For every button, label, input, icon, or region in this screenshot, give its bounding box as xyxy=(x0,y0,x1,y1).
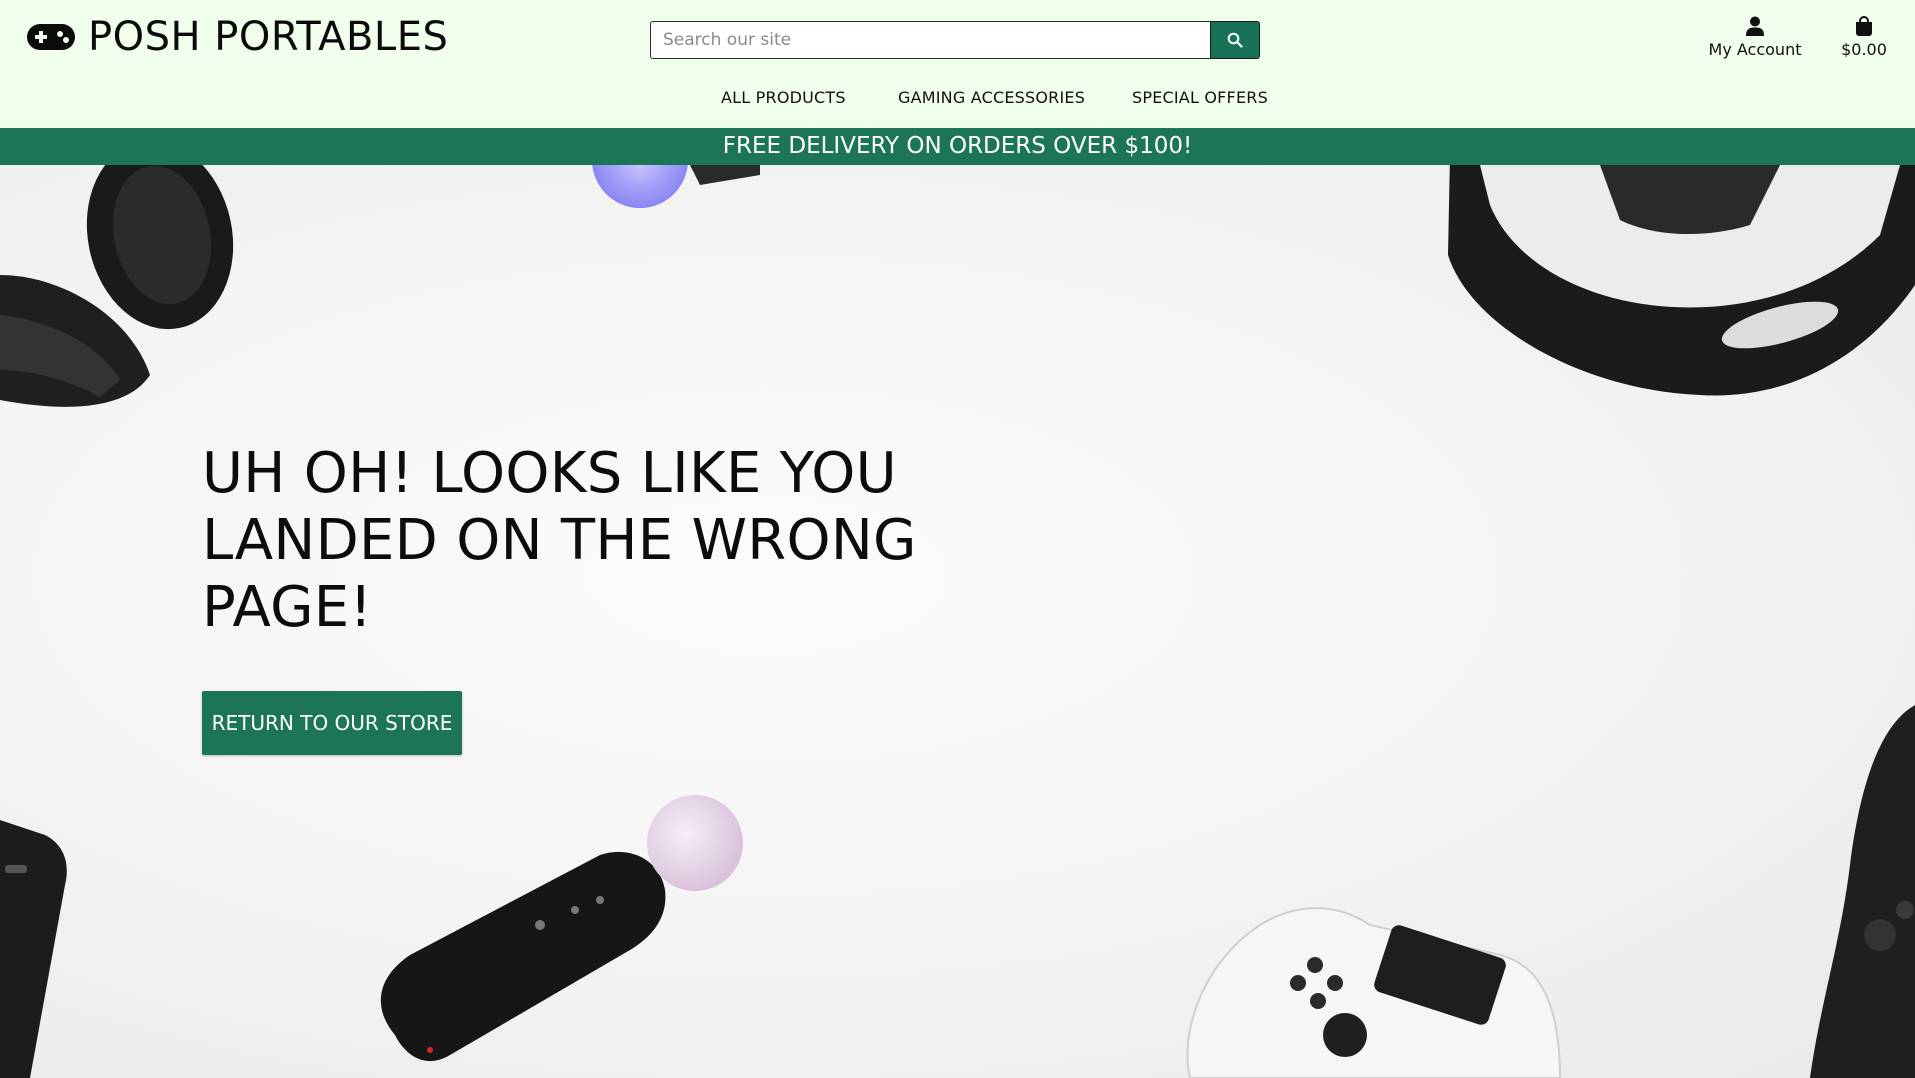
page-title: UH OH! LOOKS LIKE YOU LANDED ON THE WRON… xyxy=(202,441,917,640)
site-header: POSH PORTABLES My Account $0.00 ALL PROD… xyxy=(0,0,1915,128)
nav-gaming-accessories[interactable]: GAMING ACCESSORIES xyxy=(898,88,1085,107)
nav-special-offers[interactable]: SPECIAL OFFERS xyxy=(1132,88,1268,107)
nav-all-products[interactable]: ALL PRODUCTS xyxy=(721,88,846,107)
vr-headset-image xyxy=(1448,165,1915,396)
search-input[interactable] xyxy=(650,21,1210,59)
brand-name: POSH PORTABLES xyxy=(88,14,449,60)
return-to-store-button[interactable]: RETURN TO OUR STORE xyxy=(202,691,462,755)
search-form xyxy=(650,21,1260,59)
motion-orb-blue xyxy=(592,165,688,208)
my-account-link[interactable]: My Account xyxy=(1705,16,1805,59)
dark-controller-image xyxy=(1810,705,1915,1078)
headset-image xyxy=(0,165,234,407)
cart-total: $0.00 xyxy=(1841,40,1887,59)
search-button[interactable] xyxy=(1210,21,1260,59)
console-image xyxy=(0,820,67,1078)
brand-logo-link[interactable]: POSH PORTABLES xyxy=(26,14,448,60)
gamepad-icon xyxy=(27,24,75,50)
error-hero: UH OH! LOOKS LIKE YOU LANDED ON THE WRON… xyxy=(0,165,1915,1078)
user-icon xyxy=(1746,16,1764,36)
motion-controller-image xyxy=(380,795,743,1062)
shopping-bag-link[interactable]: $0.00 xyxy=(1834,16,1894,59)
my-account-label: My Account xyxy=(1708,40,1802,59)
free-delivery-banner: FREE DELIVERY ON ORDERS OVER $100! xyxy=(0,128,1915,165)
main-nav: ALL PRODUCTS GAMING ACCESSORIES SPECIAL … xyxy=(0,88,1915,112)
search-icon xyxy=(1227,32,1243,48)
shopping-bag-icon xyxy=(1856,16,1872,36)
white-controller-image xyxy=(1186,907,1562,1078)
